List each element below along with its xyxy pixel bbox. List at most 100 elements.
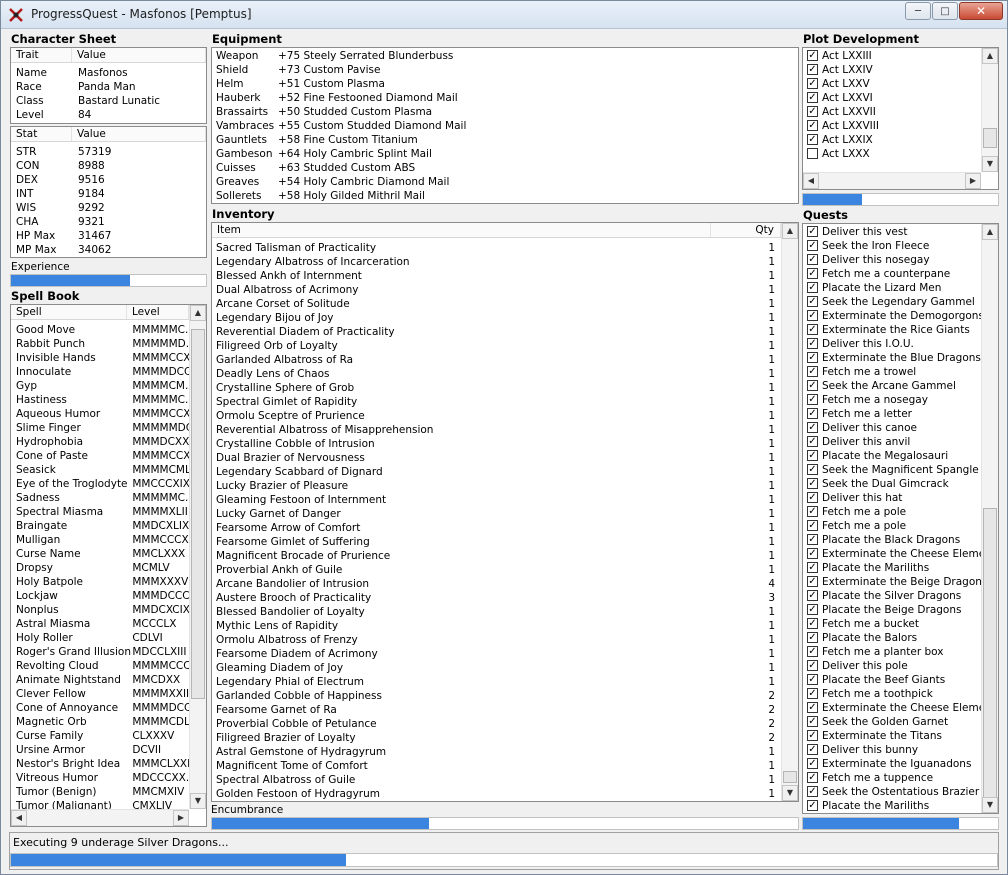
scroll-left-icon[interactable]: ◀ — [803, 173, 819, 189]
spell-row[interactable]: Slime Finger MMMMMDC — [16, 421, 189, 435]
spell-row[interactable]: Good Move MMMMMC. — [16, 323, 189, 337]
spell-row[interactable]: Dropsy MCMLV — [16, 561, 189, 575]
checkbox-icon[interactable]: ✓ — [807, 338, 818, 349]
inventory-row[interactable]: Ormolu Sceptre of Prurience 1 — [216, 409, 781, 423]
scroll-thumb[interactable] — [783, 771, 797, 783]
spell-row[interactable]: Innoculate MMMMDCCI — [16, 365, 189, 379]
inventory-row[interactable]: Proverbial Cobble of Petulance 2 — [216, 717, 781, 731]
spell-row[interactable]: Seasick MMMMCML — [16, 463, 189, 477]
quest-item[interactable]: ✓ Placate the Beef Giants — [803, 673, 981, 687]
minimize-button[interactable]: ─ — [905, 2, 931, 20]
spell-row[interactable]: Sadness MMMMMC. — [16, 491, 189, 505]
checkbox-icon[interactable]: ✓ — [807, 758, 818, 769]
inventory-row[interactable]: Arcane Corset of Solitude 1 — [216, 297, 781, 311]
spell-col-spell[interactable]: Spell — [11, 305, 127, 319]
traits-col-trait[interactable]: Trait — [11, 48, 72, 62]
inventory-row[interactable]: Fearsome Arrow of Comfort 1 — [216, 521, 781, 535]
checkbox-icon[interactable]: ✓ — [807, 78, 818, 89]
quest-item[interactable]: ✓ Placate the Balors — [803, 631, 981, 645]
checkbox-icon[interactable]: ✓ — [807, 576, 818, 587]
spell-row[interactable]: Nestor's Bright Idea MMMCLXXI — [16, 757, 189, 771]
quest-item[interactable]: ✓ Exterminate the Titans — [803, 729, 981, 743]
checkbox-icon[interactable]: ✓ — [807, 282, 818, 293]
inventory-row[interactable]: Spectral Gimlet of Rapidity 1 — [216, 395, 781, 409]
quest-item[interactable]: ✓ Deliver this nosegay — [803, 253, 981, 267]
inventory-vscroll[interactable]: ▲ ▼ — [781, 223, 798, 801]
spell-col-level[interactable]: Level — [127, 305, 189, 319]
inventory-row[interactable]: Legendary Bijou of Joy 1 — [216, 311, 781, 325]
inventory-row[interactable]: Crystalline Cobble of Intrusion 1 — [216, 437, 781, 451]
plot-vscroll[interactable]: ▲ ▼ — [981, 48, 998, 172]
checkbox-icon[interactable]: ✓ — [807, 436, 818, 447]
inventory-row[interactable]: Spectral Albatross of Guile 1 — [216, 773, 781, 787]
checkbox-icon[interactable]: ✓ — [807, 64, 818, 75]
spell-row[interactable]: Curse Family CLXXXV — [16, 729, 189, 743]
checkbox-icon[interactable]: ✓ — [807, 134, 818, 145]
inventory-row[interactable]: Legendary Scabbard of Dignard 1 — [216, 465, 781, 479]
quest-item[interactable]: ✓ Fetch me a bucket — [803, 617, 981, 631]
plot-act[interactable]: ✓ Act LXXVIII — [803, 119, 981, 133]
quest-item[interactable]: ✓ Fetch me a toothpick — [803, 687, 981, 701]
scroll-thumb[interactable] — [191, 329, 205, 699]
stats-col-value[interactable]: Value — [72, 127, 206, 141]
spell-row[interactable]: Magnetic Orb MMMMCDL — [16, 715, 189, 729]
quest-item[interactable]: ✓ Fetch me a nosegay — [803, 393, 981, 407]
plot-list[interactable]: ✓ Act LXXIII ✓ Act LXXIV ✓ Act LXXV ✓ Act LXXVI… — [802, 47, 999, 190]
spell-row[interactable]: Animate Nightstand MMCDXX — [16, 673, 189, 687]
checkbox-icon[interactable]: ✓ — [807, 646, 818, 657]
checkbox-icon[interactable]: ✓ — [807, 50, 818, 61]
inventory-row[interactable]: Arcane Bandolier of Intrusion 4 — [216, 577, 781, 591]
checkbox-icon[interactable]: ✓ — [807, 674, 818, 685]
inventory-row[interactable]: Blessed Bandolier of Loyalty 1 — [216, 605, 781, 619]
spell-hscroll[interactable]: ◀ ▶ — [11, 809, 189, 826]
quest-item[interactable]: ✓ Fetch me a pole — [803, 519, 981, 533]
checkbox-icon[interactable]: ✓ — [807, 590, 818, 601]
quest-item[interactable]: ✓ Deliver this hat — [803, 491, 981, 505]
checkbox-icon[interactable]: ✓ — [807, 352, 818, 363]
quest-item[interactable]: ✓ Fetch me a counterpane — [803, 267, 981, 281]
quest-item[interactable]: ✓ Exterminate the Blue Dragons — [803, 351, 981, 365]
quest-item[interactable]: ✓ Deliver this canoe — [803, 421, 981, 435]
spell-list[interactable]: Spell Level Good Move MMMMMC. Rabbit Punch… — [10, 304, 207, 827]
plot-act[interactable]: ✓ Act LXXVII — [803, 105, 981, 119]
inventory-col-item[interactable]: Item — [212, 223, 711, 237]
scroll-up-icon[interactable]: ▲ — [982, 48, 998, 64]
maximize-button[interactable]: □ — [932, 2, 958, 20]
quest-item[interactable]: ✓ Fetch me a tuppence — [803, 771, 981, 785]
checkbox-icon[interactable]: ✓ — [807, 324, 818, 335]
inventory-row[interactable]: Fearsome Garnet of Ra 2 — [216, 703, 781, 717]
spell-row[interactable]: Eye of the Troglodyte MMCCCXIX — [16, 477, 189, 491]
inventory-row[interactable]: Astral Gemstone of Hydragyrum 1 — [216, 745, 781, 759]
spell-row[interactable]: Astral Miasma MCCCLX — [16, 617, 189, 631]
checkbox-icon[interactable]: ✓ — [807, 366, 818, 377]
spell-row[interactable]: Hastiness MMMMMC. — [16, 393, 189, 407]
spell-row[interactable]: Revolting Cloud MMMMCCC — [16, 659, 189, 673]
quest-item[interactable]: ✓ Seek the Golden Garnet — [803, 715, 981, 729]
plot-act[interactable]: ✓ Act LXXIV — [803, 63, 981, 77]
checkbox-icon[interactable]: ✓ — [807, 478, 818, 489]
inventory-row[interactable]: Garlanded Albatross of Ra 1 — [216, 353, 781, 367]
stats-list[interactable]: Stat Value STR 57319 CON 8988 DEX 9516 INT 9… — [10, 126, 207, 258]
scroll-right-icon[interactable]: ▶ — [965, 173, 981, 189]
equipment-row[interactable]: Cuisses +63 Studded Custom ABS — [216, 161, 798, 175]
spell-row[interactable]: Mulligan MMMCCCX — [16, 533, 189, 547]
traits-col-value[interactable]: Value — [72, 48, 206, 62]
scroll-thumb[interactable] — [983, 128, 997, 148]
scroll-thumb[interactable] — [983, 508, 997, 798]
spell-row[interactable]: Spectral Miasma MMMMXLII — [16, 505, 189, 519]
quest-item[interactable]: ✓ Deliver this bunny — [803, 743, 981, 757]
spell-row[interactable]: Gyp MMMMCM. — [16, 379, 189, 393]
inventory-row[interactable]: Magnificent Tome of Comfort 1 — [216, 759, 781, 773]
quest-item[interactable]: ✓ Placate the Mariliths — [803, 799, 981, 813]
inventory-row[interactable]: Legendary Phial of Electrum 1 — [216, 675, 781, 689]
inventory-row[interactable]: Magnificent Brocade of Prurience 1 — [216, 549, 781, 563]
spell-row[interactable]: Holy Batpole MMMXXXV — [16, 575, 189, 589]
equipment-list[interactable]: Weapon +75 Steely Serrated Blunderbuss Shi… — [211, 47, 799, 204]
quest-item[interactable]: ✓ Exterminate the Beige Dragons — [803, 575, 981, 589]
spell-row[interactable]: Tumor (Benign) MMCMXIV — [16, 785, 189, 799]
plot-act[interactable]: ✓ Act LXXV — [803, 77, 981, 91]
plot-act[interactable]: Act LXXX — [803, 147, 981, 161]
inventory-row[interactable]: Mythic Lens of Rapidity 1 — [216, 619, 781, 633]
equipment-row[interactable]: Vambraces +55 Custom Studded Diamond Mail — [216, 119, 798, 133]
spell-row[interactable]: Rabbit Punch MMMMMD. — [16, 337, 189, 351]
